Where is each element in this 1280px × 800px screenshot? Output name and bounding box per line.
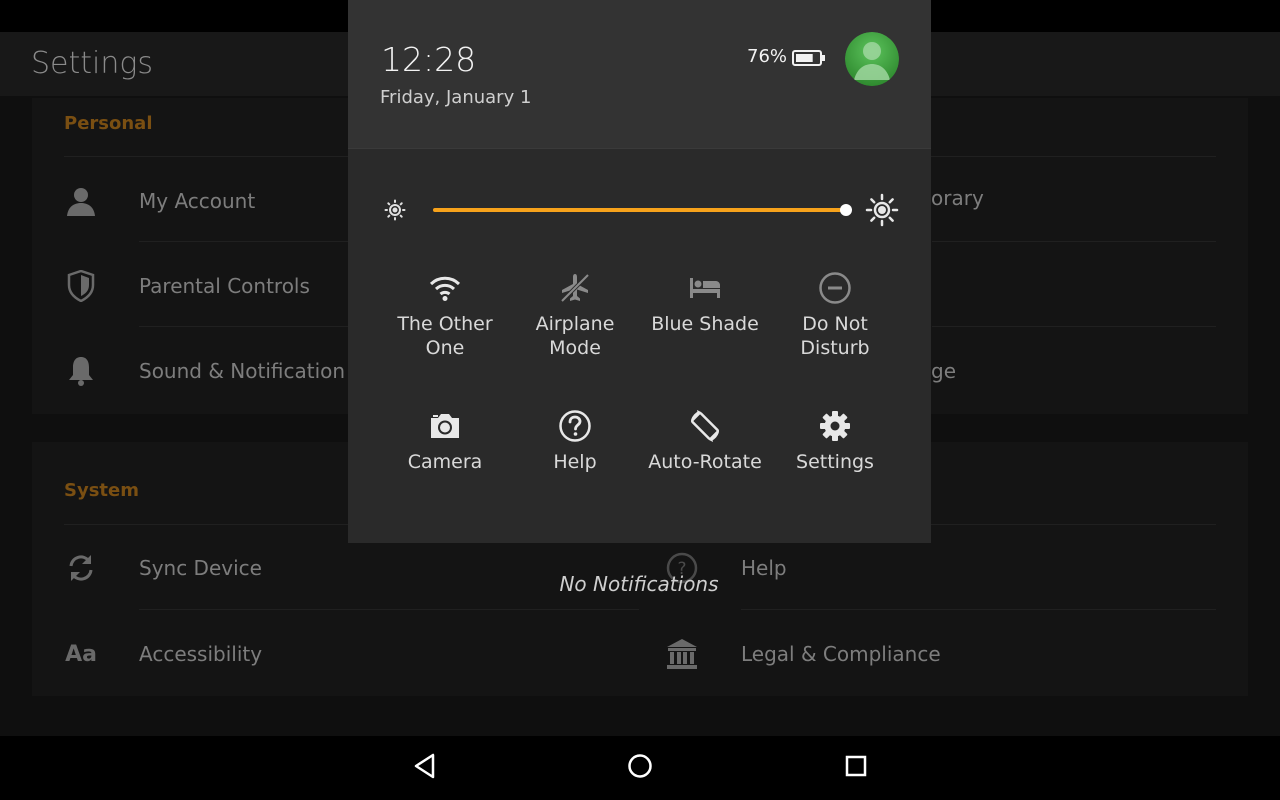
tile-do-not-disturb[interactable]: Do Not Disturb	[770, 271, 900, 360]
section-title-system: System	[64, 480, 139, 501]
shield-icon	[64, 269, 98, 303]
person-icon	[64, 184, 98, 218]
date: Friday, January 1	[380, 87, 532, 108]
back-button[interactable]	[405, 750, 445, 786]
camera-icon	[380, 409, 510, 443]
navigation-bar	[0, 736, 1280, 800]
gear-icon	[770, 409, 900, 443]
settings-item-label-fragment[interactable]: ge	[931, 359, 956, 383]
home-icon	[627, 753, 653, 783]
wifi-icon	[380, 271, 510, 305]
settings-item-accessibility[interactable]: Aa Accessibility	[64, 637, 604, 671]
bank-icon	[665, 637, 699, 671]
battery-icon	[792, 49, 826, 71]
quick-settings-header: 12:28 Friday, January 1 76%	[348, 0, 931, 149]
do-not-disturb-icon	[770, 271, 900, 305]
settings-item-legal-compliance[interactable]: Legal & Compliance	[665, 637, 1205, 671]
avatar[interactable]	[845, 32, 899, 86]
tile-label: The Other One	[397, 313, 493, 359]
quick-settings-panel: 12:28 Friday, January 1 76% The Other On…	[348, 0, 931, 543]
page-title: Settings	[31, 46, 154, 81]
tile-label: Airplane Mode	[535, 313, 615, 359]
tile-label: Blue Shade	[651, 313, 759, 335]
text-size-icon: Aa	[65, 641, 97, 667]
home-button[interactable]	[620, 750, 660, 786]
tile-airplane-mode[interactable]: Airplane Mode	[510, 271, 640, 360]
brightness-slider-thumb[interactable]	[840, 204, 852, 216]
brightness-high-icon	[865, 193, 899, 231]
divider	[139, 609, 639, 610]
divider	[932, 326, 1216, 327]
settings-item-label: Sound & Notification	[139, 359, 346, 383]
divider	[741, 609, 1216, 610]
settings-item-label: My Account	[139, 189, 256, 213]
brightness-low-icon	[384, 199, 406, 225]
tile-label: Settings	[796, 451, 874, 473]
back-icon	[413, 753, 437, 783]
no-notifications-text: No Notifications	[559, 572, 719, 596]
help-icon	[510, 409, 640, 443]
bed-icon	[640, 271, 770, 305]
tile-label: Do Not Disturb	[800, 313, 870, 359]
airplane-off-icon	[510, 271, 640, 305]
rotate-icon	[640, 409, 770, 443]
settings-item-label-fragment[interactable]: orary	[931, 186, 984, 210]
tile-camera[interactable]: Camera	[380, 409, 510, 474]
battery-percent: 76%	[747, 46, 788, 67]
recents-icon	[844, 754, 868, 782]
tile-label: Help	[553, 451, 597, 473]
recents-button[interactable]	[836, 750, 876, 786]
divider	[932, 241, 1216, 242]
tile-help[interactable]: Help	[510, 409, 640, 474]
tile-auto-rotate[interactable]: Auto-Rotate	[640, 409, 770, 474]
clock: 12:28	[381, 40, 477, 79]
bell-icon	[64, 354, 98, 388]
settings-item-label: Parental Controls	[139, 274, 310, 298]
divider	[932, 156, 1216, 157]
settings-item-label: Accessibility	[139, 642, 263, 666]
brightness-slider[interactable]	[433, 208, 845, 212]
tile-label: Auto-Rotate	[648, 451, 762, 473]
section-title-personal: Personal	[64, 113, 153, 134]
tile-label: Camera	[407, 451, 483, 473]
settings-item-label: Legal & Compliance	[741, 642, 941, 666]
tile-settings[interactable]: Settings	[770, 409, 900, 474]
tile-wifi[interactable]: The Other One	[380, 271, 510, 360]
tile-blue-shade[interactable]: Blue Shade	[640, 271, 770, 336]
